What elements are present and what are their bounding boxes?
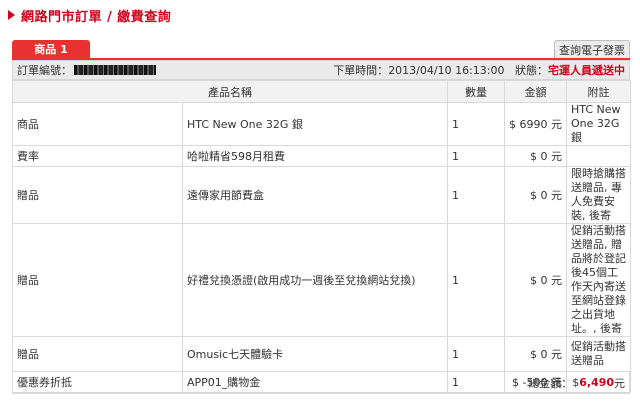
table-row: 贈品 好禮兌換憑證(啟用成功一週後至兌換網站兌換) 1 $ 0 元 促銷活動搭送… — [12, 223, 631, 337]
col-header-name: 產品名稱 — [12, 80, 448, 103]
row-name: 遠傳家用節費盒 — [182, 166, 448, 224]
tab-product-1[interactable]: 商品 1 — [12, 40, 90, 58]
triangle-bullet-icon — [8, 10, 15, 20]
total-amount: 6,490 — [579, 376, 614, 389]
total-row: 總金額： $ 6,490 元 — [12, 372, 630, 394]
order-number: 訂單編號： — [17, 62, 156, 78]
row-qty: 1 — [447, 336, 505, 372]
table-header-row: 產品名稱 數量 金額 附註 — [12, 80, 631, 103]
total-unit: 元 — [614, 376, 625, 390]
row-name: HTC New One 32G 銀 — [182, 102, 448, 146]
row-qty: 1 — [447, 166, 505, 224]
row-type: 贈品 — [12, 223, 183, 337]
row-note: 限時搶購搭送贈品, 專人免費安裝, 後寄 — [566, 166, 631, 224]
row-amount: $ 0 元 — [504, 223, 567, 337]
row-amount: $ 0 元 — [504, 336, 567, 372]
status-value: 宅運人員遞送中 — [548, 64, 625, 77]
row-amount: $ 0 元 — [504, 145, 567, 167]
table-row: 贈品 Omusic七天體驗卡 1 $ 0 元 促銷活動搭送贈品 — [12, 336, 631, 372]
order-meta: 下單時間：2013/04/10 16:13:00 狀態：宅運人員遞送中 — [333, 62, 625, 78]
row-amount: $ 0 元 — [504, 166, 567, 224]
order-number-label: 訂單編號： — [17, 64, 72, 77]
page-header: 網路門市訂單 / 繳費查詢 — [8, 6, 172, 25]
status-label: 狀態： — [515, 64, 548, 77]
order-info-bar: 訂單編號： 下單時間：2013/04/10 16:13:00 狀態：宅運人員遞送… — [12, 60, 630, 80]
table-row: 商品 HTC New One 32G 銀 1 $ 6990 元 HTC New … — [12, 102, 631, 146]
order-time-label: 下單時間： — [333, 64, 389, 77]
row-qty: 1 — [447, 223, 505, 337]
col-header-note: 附註 — [566, 80, 631, 103]
row-name: 哈啦精省598月租費 — [182, 145, 448, 167]
table-row: 費率 哈啦精省598月租費 1 $ 0 元 — [12, 145, 631, 167]
table-row: 贈品 遠傳家用節費盒 1 $ 0 元 限時搶購搭送贈品, 專人免費安裝, 後寄 — [12, 166, 631, 224]
row-name: Omusic七天體驗卡 — [182, 336, 448, 372]
page-title: 網路門市訂單 / 繳費查詢 — [21, 9, 172, 25]
col-header-qty: 數量 — [447, 80, 505, 103]
row-type: 商品 — [12, 102, 183, 146]
query-invoice-button[interactable]: 查詢電子發票 — [554, 40, 630, 58]
row-type: 費率 — [12, 145, 183, 167]
col-header-amount: 金額 — [504, 80, 567, 103]
row-note — [566, 145, 631, 167]
order-time-value: 2013/04/10 16:13:00 — [388, 64, 505, 77]
row-note: HTC New One 32G 銀 — [566, 102, 631, 146]
row-type: 贈品 — [12, 336, 183, 372]
redacted-order-number — [74, 65, 156, 75]
row-qty: 1 — [447, 145, 505, 167]
row-name: 好禮兌換憑證(啟用成功一週後至兌換網站兌換) — [182, 223, 448, 337]
row-note: 促銷活動搭送贈品 — [566, 336, 631, 372]
order-items-table: 產品名稱 數量 金額 附註 商品 HTC New One 32G 銀 1 $ 6… — [12, 80, 631, 393]
row-qty: 1 — [447, 102, 505, 146]
total-currency: $ — [572, 376, 580, 389]
row-amount: $ 6990 元 — [504, 102, 567, 146]
row-type: 贈品 — [12, 166, 183, 224]
total-label: 總金額： — [528, 376, 573, 390]
row-note: 促銷活動搭送贈品, 贈品將於登記後45個工作天內寄送至網站登錄之出貨地址。, 後… — [566, 223, 631, 337]
